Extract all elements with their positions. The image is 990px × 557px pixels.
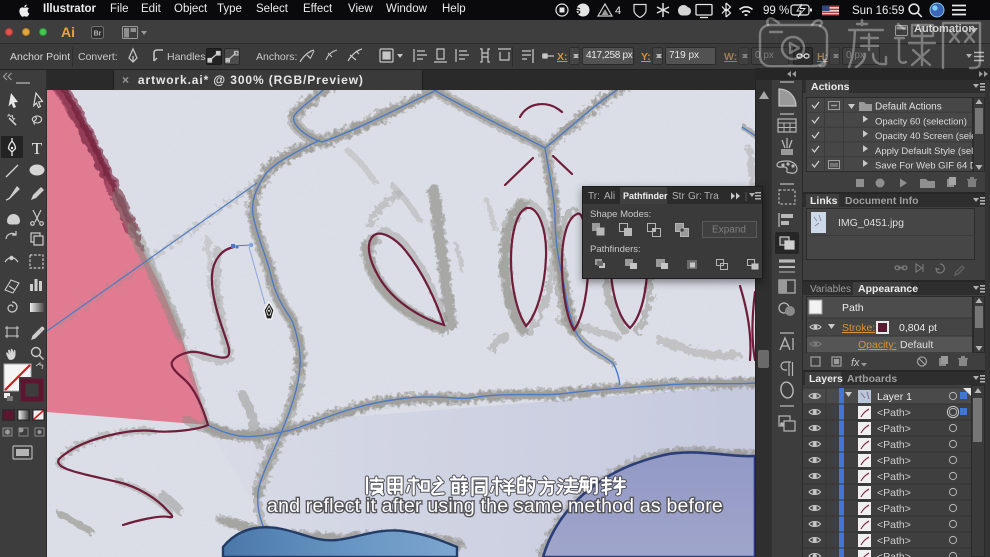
svg-text:Shape Modes:: Shape Modes: xyxy=(590,209,651,220)
svg-text:Opacity 40 Screen (selecti...: Opacity 40 Screen (selecti... xyxy=(875,131,990,142)
svg-text:<Path>: <Path> xyxy=(877,407,911,419)
svg-text:Str: Str xyxy=(672,191,685,202)
svg-text:Pathfinders:: Pathfinders: xyxy=(590,244,641,255)
svg-text:Layers: Layers xyxy=(809,373,843,385)
svg-text:Br: Br xyxy=(94,31,102,38)
svg-text:and reflect it after using the: and reflect it after using the same meth… xyxy=(267,495,723,517)
svg-text:Links: Links xyxy=(810,195,838,207)
svg-text:IMG_0451.jpg: IMG_0451.jpg xyxy=(838,217,904,229)
svg-text:Stroke:: Stroke: xyxy=(842,322,875,334)
svg-text:Opacity 60 (selection): Opacity 60 (selection) xyxy=(875,116,967,127)
svg-text:Save For Web GIF 64 Dithe..: Save For Web GIF 64 Dithe.. xyxy=(875,161,990,172)
svg-text:4: 4 xyxy=(615,5,621,17)
svg-text:Tr:: Tr: xyxy=(588,191,600,202)
svg-text:Apply Default Style (select...: Apply Default Style (select... xyxy=(875,146,990,157)
svg-text:Artboards: Artboards xyxy=(847,373,897,385)
svg-text:Document Info: Document Info xyxy=(845,195,919,207)
svg-text:Variables: Variables xyxy=(810,284,851,295)
svg-text:Appearance: Appearance xyxy=(858,283,918,295)
svg-text:Opacity:: Opacity: xyxy=(858,339,897,351)
svg-text:Actions: Actions xyxy=(811,81,850,93)
svg-text:Pathfinder: Pathfinder xyxy=(623,191,668,201)
svg-text:0,804 pt: 0,804 pt xyxy=(899,322,937,334)
svg-text:Layer 1: Layer 1 xyxy=(877,391,912,403)
svg-text:S: S xyxy=(574,6,580,17)
svg-text:Tra: Tra xyxy=(704,191,719,202)
svg-text:Expand: Expand xyxy=(712,225,746,236)
svg-text:Gr:: Gr: xyxy=(688,191,702,202)
svg-text:T: T xyxy=(32,139,43,158)
svg-text:Ali: Ali xyxy=(604,191,615,202)
svg-text:Path: Path xyxy=(842,302,864,314)
svg-text:Default: Default xyxy=(900,339,933,351)
svg-text:fx: fx xyxy=(851,357,860,369)
svg-text:Default Actions: Default Actions xyxy=(875,102,942,113)
